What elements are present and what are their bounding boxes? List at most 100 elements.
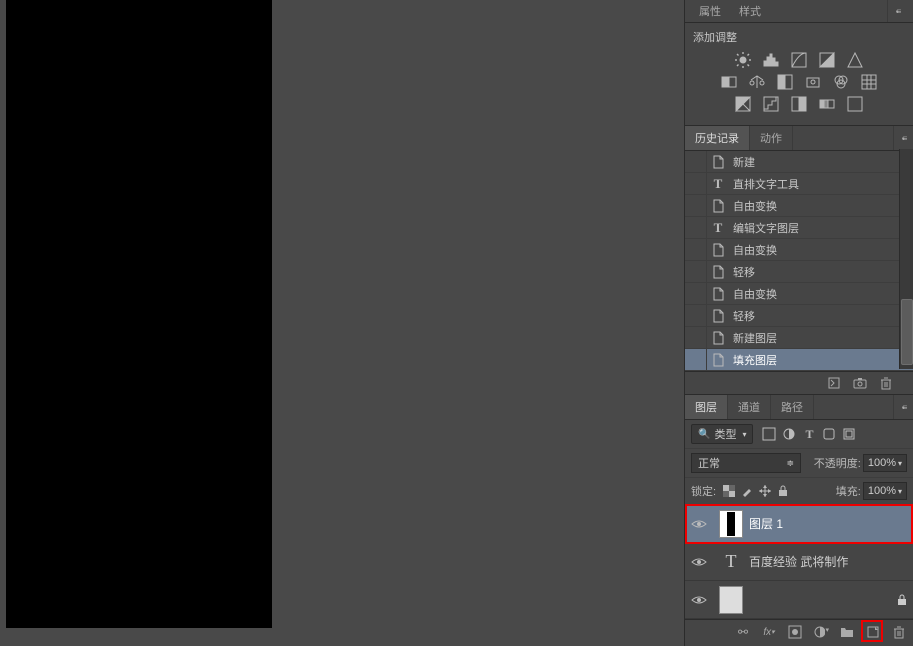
curves-icon[interactable]	[790, 51, 808, 69]
link-icon[interactable]: ⚯	[735, 624, 751, 640]
fill-adj-icon[interactable]: ▾	[813, 624, 829, 640]
visibility-toggle[interactable]	[685, 594, 713, 606]
history-item[interactable]: 轻移	[685, 261, 913, 283]
lut-icon[interactable]	[860, 73, 878, 91]
history-scrollbar-thumb[interactable]	[901, 299, 913, 365]
layer-thumbnail[interactable]	[719, 586, 743, 614]
history-scrollbar[interactable]	[899, 149, 913, 369]
layer-row[interactable]: 图层 1	[685, 505, 913, 543]
history-item-label: 直排文字工具	[729, 176, 799, 192]
visibility-toggle[interactable]	[685, 556, 713, 568]
history-source-col[interactable]	[685, 239, 707, 260]
lock-position-icon[interactable]	[758, 484, 772, 498]
levels-icon[interactable]	[762, 51, 780, 69]
page-step-icon	[707, 243, 729, 257]
lock-paint-icon[interactable]	[740, 484, 754, 498]
posterize-icon[interactable]	[762, 95, 780, 113]
tab-styles[interactable]: 样式	[731, 0, 769, 22]
history-source-col[interactable]	[685, 327, 707, 348]
vibrance-icon[interactable]	[846, 51, 864, 69]
lock-row: 锁定: 填充: 100% ▾	[685, 478, 913, 505]
history-source-col[interactable]	[685, 173, 707, 194]
bw-icon[interactable]	[776, 73, 794, 91]
layer-row[interactable]: T 百度经验 武将制作	[685, 543, 913, 581]
filter-smart-icon[interactable]	[841, 426, 857, 442]
mask-icon[interactable]	[787, 624, 803, 640]
tab-actions[interactable]: 动作	[750, 126, 793, 150]
blend-row: 正常 ≑ 不透明度: 100% ▾	[685, 449, 913, 478]
history-item[interactable]: 填充图层	[685, 349, 913, 371]
history-source-col[interactable]	[685, 283, 707, 304]
fill-value-select[interactable]: 100% ▾	[863, 482, 907, 500]
layer-row[interactable]	[685, 581, 913, 619]
tab-history[interactable]: 历史记录	[685, 126, 750, 150]
history-item[interactable]: 自由变换	[685, 239, 913, 261]
visibility-toggle[interactable]	[685, 518, 713, 530]
filter-type-icon[interactable]: T	[801, 426, 817, 442]
history-item[interactable]: T编辑文字图层	[685, 217, 913, 239]
history-item-label: 新建图层	[729, 330, 777, 346]
lock-transparency-icon[interactable]	[722, 484, 736, 498]
exposure-icon[interactable]	[818, 51, 836, 69]
balance-icon[interactable]	[748, 73, 766, 91]
invert-icon[interactable]	[734, 95, 752, 113]
layer-filter-row: 🔍 类型 ▾ T	[685, 420, 913, 449]
opacity-label: 不透明度:	[814, 455, 861, 471]
create-doc-from-state-icon[interactable]	[827, 376, 841, 390]
page-step-icon	[707, 155, 729, 169]
hue-icon[interactable]	[720, 73, 738, 91]
lock-all-icon[interactable]	[776, 484, 790, 498]
text-layer-icon: T	[719, 548, 743, 576]
layer-thumbnail[interactable]	[719, 510, 743, 538]
tab-channels[interactable]: 通道	[728, 395, 771, 419]
history-source-col[interactable]	[685, 305, 707, 326]
history-source-col[interactable]	[685, 261, 707, 282]
group-icon[interactable]	[839, 624, 855, 640]
filter-type-select[interactable]: 🔍 类型 ▾	[691, 424, 753, 444]
layer-name[interactable]: 图层 1	[749, 515, 907, 532]
selective-color-icon[interactable]	[846, 95, 864, 113]
trash-icon[interactable]	[891, 624, 907, 640]
layer-name[interactable]: 百度经验 武将制作	[749, 553, 907, 570]
history-item-label: 自由变换	[729, 242, 777, 258]
adjustments-menu-icon[interactable]: ▪≡	[887, 0, 907, 22]
filter-pixel-icon[interactable]	[761, 426, 777, 442]
history-item[interactable]: 自由变换	[685, 283, 913, 305]
threshold-icon[interactable]	[790, 95, 808, 113]
history-item[interactable]: 新建图层	[685, 327, 913, 349]
history-source-col[interactable]	[685, 217, 707, 238]
history-item-label: 轻移	[729, 264, 755, 280]
layers-menu-icon[interactable]: ▪≡	[893, 395, 913, 419]
opacity-value-select[interactable]: 100% ▾	[863, 454, 907, 472]
page-step-icon	[707, 331, 729, 345]
filter-shape-icon[interactable]	[821, 426, 837, 442]
opacity-value: 100%	[868, 457, 896, 469]
type-step-icon: T	[707, 176, 729, 192]
chevron-down-icon: ▾	[898, 487, 902, 496]
history-item[interactable]: T直排文字工具	[685, 173, 913, 195]
photo-filter-icon[interactable]	[804, 73, 822, 91]
filter-adjustment-icon[interactable]	[781, 426, 797, 442]
history-source-col[interactable]	[685, 195, 707, 216]
channel-mixer-icon[interactable]	[832, 73, 850, 91]
gradient-map-icon[interactable]	[818, 95, 836, 113]
history-item[interactable]: 自由变换	[685, 195, 913, 217]
new-layer-icon[interactable]	[865, 624, 881, 640]
history-menu-icon[interactable]: ▪≡	[893, 126, 913, 150]
tab-properties[interactable]: 属性	[691, 0, 729, 22]
blend-mode-value: 正常	[698, 455, 720, 471]
tab-paths[interactable]: 路径	[771, 395, 814, 419]
document-canvas[interactable]	[6, 0, 272, 628]
history-trash-icon[interactable]	[879, 376, 893, 390]
history-source-col[interactable]	[685, 151, 707, 172]
adjustments-panel: 属性 样式 ▪≡ 添加调整	[685, 0, 913, 126]
tab-layers[interactable]: 图层	[685, 395, 728, 419]
history-item-label: 编辑文字图层	[729, 220, 799, 236]
brightness-icon[interactable]	[734, 51, 752, 69]
snapshot-icon[interactable]	[853, 376, 867, 390]
blend-mode-select[interactable]: 正常 ≑	[691, 453, 801, 473]
history-item[interactable]: 新建	[685, 151, 913, 173]
fx-icon[interactable]: fx▾	[761, 624, 777, 640]
history-source-col[interactable]	[685, 349, 707, 370]
history-item[interactable]: 轻移	[685, 305, 913, 327]
